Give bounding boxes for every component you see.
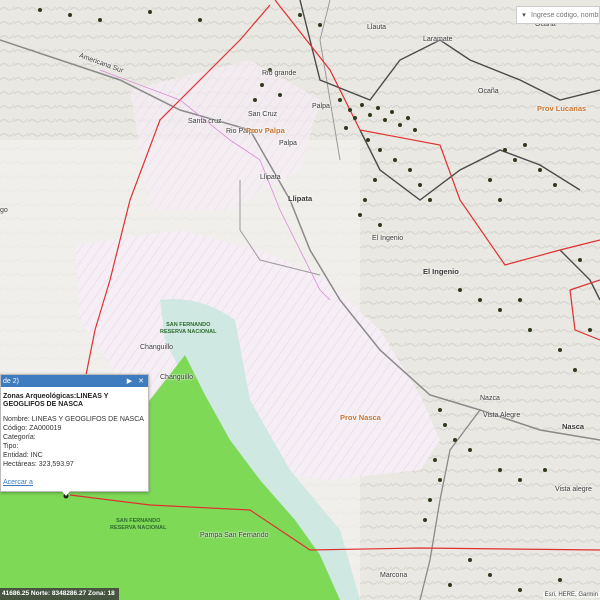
reserve-label-south: SAN FERNANDO RESERVA NACIONAL xyxy=(110,518,166,532)
next-feature-icon[interactable]: ▶ xyxy=(127,377,132,385)
popup-pointer xyxy=(61,490,71,496)
reserve-label-line2: RESERVA NACIONAL xyxy=(160,329,217,335)
search-dropdown-chevron-icon[interactable]: ▾ xyxy=(517,11,531,19)
place-label-san-cruz: San Cruz xyxy=(248,111,278,118)
popup-pager-text: de 2) xyxy=(3,377,19,385)
place-label-changuillo-2: Changuillo xyxy=(160,374,194,381)
place-label-vista-alegre: Vista Alegre xyxy=(483,412,521,419)
province-label-lucanas: Prov Lucanas xyxy=(537,104,587,113)
place-label-changuillo: Changuillo xyxy=(140,344,174,351)
search-input[interactable] xyxy=(531,11,599,19)
popup-field-nombre: Nombre: LINEAS Y GEOGLIFOS DE NASCA xyxy=(3,416,144,423)
place-label-partial: go xyxy=(0,207,8,214)
place-label-el-ingenio: El Ingenio xyxy=(372,235,404,242)
popup-header: de 2) ▶ ✕ xyxy=(1,375,148,387)
place-label-santa-cruz: Santa cruz xyxy=(188,118,222,125)
popup-title: Zonas Arqueológicas:LINEAS Y GEOGLIFOS D… xyxy=(3,393,109,408)
place-label-vista-alegre-2: Vista alegre xyxy=(555,486,592,493)
reserve-label-north: SAN FERNANDO RESERVA NACIONAL xyxy=(160,322,216,336)
attribution-text[interactable]: Esri, HERE, Garmin xyxy=(542,592,600,598)
popup-field-categoria: Categoría: xyxy=(3,434,36,441)
place-label-marcona: Marcona xyxy=(380,572,408,579)
map-canvas[interactable] xyxy=(0,0,600,600)
province-label-palpa: Prov Palpa xyxy=(246,126,285,135)
reserve-label-line1: SAN FERNANDO xyxy=(116,518,161,524)
place-label-palpa-2: Palpa xyxy=(279,140,297,147)
place-label-ocana-2: Ocaña xyxy=(478,88,499,95)
province-label-nasca: Prov Nasca xyxy=(340,413,381,422)
place-label-laramate: Laramate xyxy=(423,36,453,43)
reserve-label-line1: SAN FERNANDO xyxy=(166,322,211,328)
close-icon[interactable]: ✕ xyxy=(138,377,144,385)
zoom-to-link[interactable]: Acercar a xyxy=(3,479,33,486)
place-label-llipata: Llipata xyxy=(260,174,281,181)
place-label-pampa-san-fernando: Pampa San Fernando xyxy=(200,532,269,539)
popup-field-codigo: Código: ZA000019 xyxy=(3,425,62,432)
place-label-el-ingenio-bold: El Ingenio xyxy=(423,267,459,276)
coordinate-readout: 41686.25 Norte: 8348286.27 Zona: 18 xyxy=(0,588,119,600)
place-label-nasca: Nasca xyxy=(562,422,585,431)
popup-field-hectareas: Hectáreas: 323,593.97 xyxy=(3,461,74,468)
popup-field-entidad: Entidad: INC xyxy=(3,452,43,459)
feature-popup[interactable]: de 2) ▶ ✕ Zonas Arqueológicas:LINEAS Y G… xyxy=(0,374,149,496)
place-label-palpa: Palpa xyxy=(312,103,330,110)
place-label-llauta: Llauta xyxy=(367,24,387,31)
reserve-label-line2: RESERVA NACIONAL xyxy=(110,525,167,531)
place-label-rio-grande: Rio grande xyxy=(262,70,297,77)
place-label-nazca: Nazca xyxy=(480,395,500,402)
search-box[interactable]: ▾ xyxy=(516,6,600,24)
popup-field-tipo: Tipo: xyxy=(3,443,19,450)
place-label-llipata-bold: Llipata xyxy=(288,194,313,203)
